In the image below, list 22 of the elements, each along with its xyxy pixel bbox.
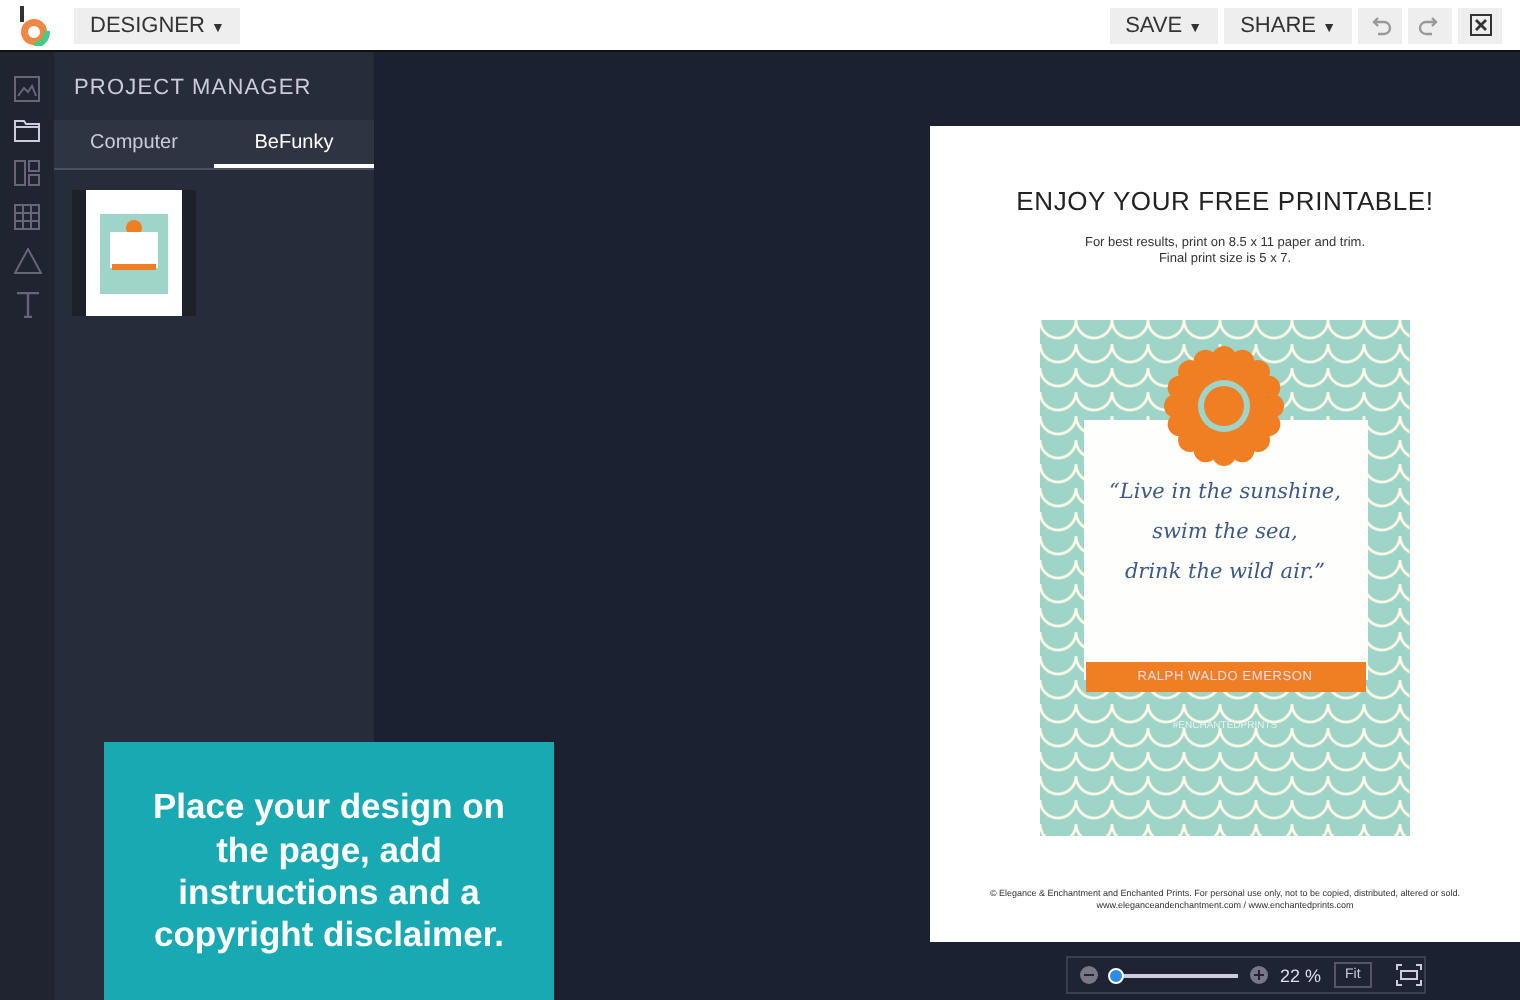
layout-icon[interactable] bbox=[14, 160, 40, 186]
panel-tab[interactable]: Computer bbox=[54, 120, 214, 168]
logo-icon bbox=[16, 5, 52, 45]
panel-title: PROJECT MANAGER bbox=[72, 74, 314, 104]
redo-icon[interactable] bbox=[1418, 15, 1442, 35]
text-tool-icon[interactable] bbox=[15, 292, 39, 318]
caption-text: Place your design on the page, add instructions and a copyright disclaimer. bbox=[104, 742, 554, 1000]
project-thumbnail[interactable] bbox=[72, 190, 196, 316]
zoom-in-icon[interactable] bbox=[1250, 966, 1268, 984]
close-icon[interactable] bbox=[1469, 14, 1491, 36]
zoom-reading: 22 % bbox=[1280, 965, 1322, 985]
triangle-icon[interactable] bbox=[13, 248, 41, 274]
zoom-out-icon[interactable] bbox=[1080, 966, 1098, 984]
page-heading: ENJOY YOUR FREE PRINTABLE! bbox=[1016, 186, 1434, 216]
image-icon[interactable] bbox=[14, 76, 40, 102]
fullscreen-icon[interactable] bbox=[1396, 964, 1423, 986]
undo-icon[interactable] bbox=[1368, 15, 1392, 35]
undo-button[interactable] bbox=[1358, 7, 1402, 43]
close-button[interactable] bbox=[1458, 7, 1502, 43]
grid-icon[interactable] bbox=[14, 204, 40, 230]
folder-icon[interactable] bbox=[14, 120, 40, 142]
quote-text: “Live in the sunshine, swim the sea, drink the wild air.” bbox=[1109, 477, 1341, 588]
